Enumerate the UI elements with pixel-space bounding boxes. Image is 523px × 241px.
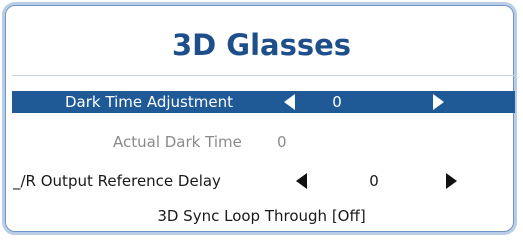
- menu-item-dark-time-adjustment[interactable]: Dark Time Adjustment 0: [12, 91, 515, 113]
- arrow-right-icon[interactable]: [433, 94, 444, 110]
- arrow-left-icon[interactable]: [284, 94, 295, 110]
- lr-output-reference-delay-value: 0: [369, 172, 379, 190]
- actual-dark-time-label: Actual Dark Time: [113, 133, 242, 151]
- osd-menu-window: 3D Glasses Dark Time Adjustment 0 Actual…: [0, 0, 523, 241]
- actual-dark-time-value: 0: [277, 133, 287, 151]
- dark-time-adjustment-label: Dark Time Adjustment: [65, 93, 233, 111]
- menu-title: 3D Glasses: [171, 28, 352, 62]
- dark-time-adjustment-value: 0: [332, 93, 342, 111]
- lr-output-reference-delay-label: _/R Output Reference Delay: [13, 172, 221, 190]
- title-divider: [12, 75, 515, 76]
- arrow-right-icon[interactable]: [446, 173, 457, 189]
- 3d-sync-loop-through-label: 3D Sync Loop Through [Off]: [157, 207, 366, 225]
- arrow-left-icon[interactable]: [296, 173, 307, 189]
- menu-item-3d-sync-loop-through[interactable]: 3D Sync Loop Through [Off]: [0, 205, 523, 227]
- menu-item-lr-output-reference-delay[interactable]: _/R Output Reference Delay 0: [0, 170, 523, 192]
- menu-item-actual-dark-time: Actual Dark Time 0: [0, 131, 523, 153]
